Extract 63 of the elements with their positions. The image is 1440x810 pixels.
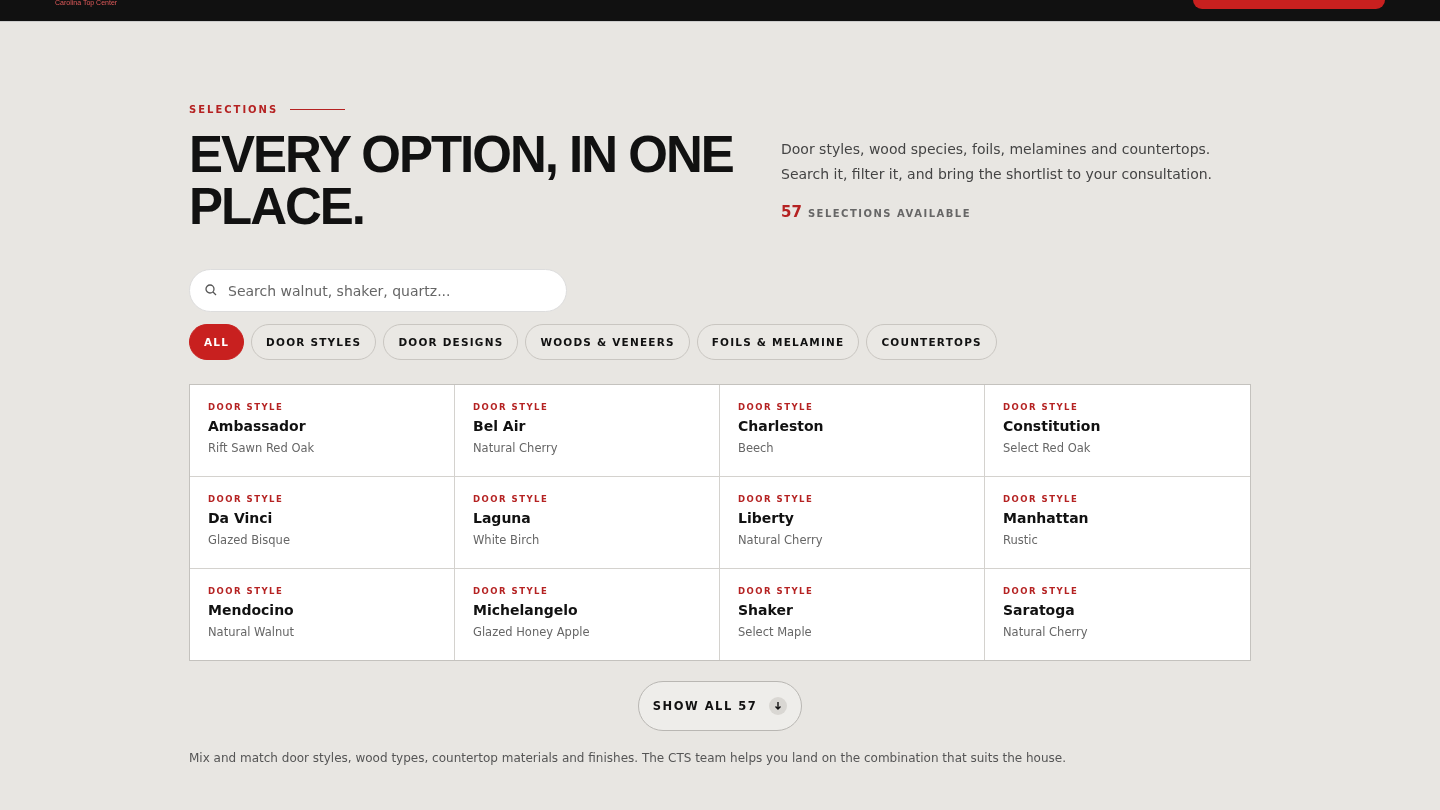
card-title: Mendocino — [208, 602, 294, 618]
card-category: DOOR STYLE — [473, 494, 549, 504]
card-title: Bel Air — [473, 418, 526, 434]
card-category: DOOR STYLE — [1003, 402, 1079, 412]
selection-count-label: SELECTIONS AVAILABLE — [807, 208, 972, 219]
card-title: Liberty — [738, 510, 794, 526]
card-finish: Glazed Honey Apple — [473, 625, 590, 639]
selection-card[interactable]: DOOR STYLE Shaker Select Maple — [720, 569, 985, 660]
selection-card[interactable]: DOOR STYLE Da Vinci Glazed Bisque — [190, 477, 455, 569]
page-heading: EVERY OPTION, IN ONE PLACE. — [189, 129, 734, 233]
selection-card[interactable]: DOOR STYLE Manhattan Rustic — [985, 477, 1250, 569]
selection-count: 57 — [781, 203, 802, 221]
card-finish: White Birch — [473, 533, 540, 547]
card-category: DOOR STYLE — [208, 586, 284, 596]
selection-card[interactable]: DOOR STYLE Constitution Select Red Oak — [985, 385, 1250, 477]
card-title: Laguna — [473, 510, 531, 526]
selection-card[interactable]: DOOR STYLE Michelangelo Glazed Honey Apple — [455, 569, 720, 660]
filter-chip[interactable]: DOOR DESIGNS — [383, 324, 519, 360]
filter-chip[interactable]: FOILS & MELAMINE — [696, 324, 860, 360]
card-category: DOOR STYLE — [738, 494, 814, 504]
card-finish: Glazed Bisque — [208, 533, 290, 547]
search-field[interactable]: Search walnut, shaker, quartz... — [189, 269, 567, 312]
selection-card[interactable]: DOOR STYLE Mendocino Natural Walnut — [190, 569, 455, 660]
card-finish: Natural Walnut — [208, 625, 295, 639]
card-title: Manhattan — [1003, 510, 1089, 526]
card-category: DOOR STYLE — [738, 586, 814, 596]
intro-text: Door styles, wood species, foils, melamines and countertops. Search it, filter it, and bring the shortlist to your consultation. — [781, 140, 1214, 184]
filter-chip[interactable]: COUNTERTOPS — [866, 324, 997, 360]
card-title: Michelangelo — [473, 602, 578, 618]
card-category: DOOR STYLE — [738, 402, 814, 412]
card-title: Constitution — [1003, 418, 1101, 434]
card-title: Ambassador — [208, 418, 306, 434]
card-title: Shaker — [738, 602, 793, 618]
card-title: Charleston — [738, 418, 824, 434]
header-button[interactable] — [1193, 0, 1385, 9]
card-title: Da Vinci — [208, 510, 273, 526]
filter-chip[interactable]: DOOR STYLES — [251, 324, 377, 360]
card-finish: Rustic — [1003, 533, 1038, 547]
card-category: DOOR STYLE — [473, 402, 549, 412]
card-title: Saratoga — [1003, 602, 1075, 618]
selection-card[interactable]: DOOR STYLE Liberty Natural Cherry — [720, 477, 985, 569]
selection-card[interactable]: DOOR STYLE Charleston Beech — [720, 385, 985, 477]
card-finish: Natural Cherry — [473, 441, 558, 455]
section-eyebrow: SELECTIONS — [189, 104, 279, 115]
show-all-button[interactable]: SHOW ALL 57 — [638, 681, 802, 731]
card-category: DOOR STYLE — [1003, 494, 1079, 504]
card-category: DOOR STYLE — [208, 494, 284, 504]
card-finish: Beech — [738, 441, 774, 455]
card-category: DOOR STYLE — [1003, 586, 1079, 596]
card-category: DOOR STYLE — [473, 586, 549, 596]
filter-chip[interactable]: ALL — [189, 324, 245, 360]
selection-card[interactable]: DOOR STYLE Saratoga Natural Cherry — [985, 569, 1250, 660]
card-finish: Select Red Oak — [1003, 441, 1091, 455]
filter-chip[interactable]: WOODS & VENEERS — [525, 324, 690, 360]
selection-card[interactable]: DOOR STYLE Laguna White Birch — [455, 477, 720, 569]
card-finish: Natural Cherry — [1003, 625, 1088, 639]
card-finish: Rift Sawn Red Oak — [208, 441, 315, 455]
footnote-text: Mix and match door styles, wood types, countertop materials and finishes. The CTS team helps you land on the combination that suits the house. — [189, 751, 1067, 765]
selection-card[interactable]: DOOR STYLE Ambassador Rift Sawn Red Oak — [190, 385, 455, 477]
card-finish: Natural Cherry — [738, 533, 823, 547]
card-category: DOOR STYLE — [208, 402, 284, 412]
card-finish: Select Maple — [738, 625, 812, 639]
selection-card[interactable]: DOOR STYLE Bel Air Natural Cherry — [455, 385, 720, 477]
